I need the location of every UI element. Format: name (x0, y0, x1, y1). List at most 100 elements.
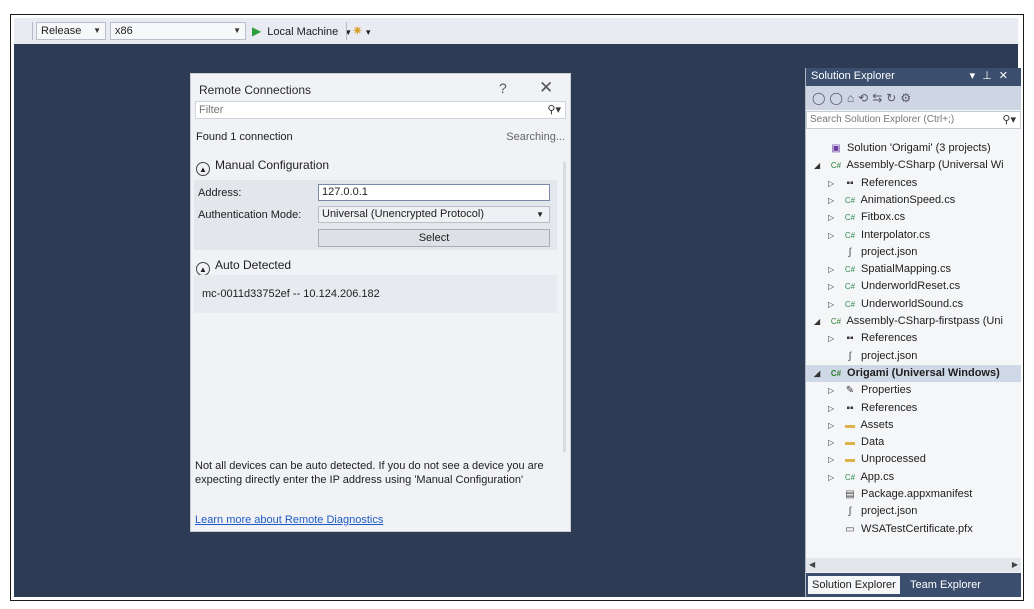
toolbar-overflow-icon[interactable]: ▾ (366, 27, 371, 37)
tree-item[interactable]: ∫ project.json (806, 348, 1021, 365)
tree-item[interactable]: ▣ Solution 'Origami' (3 projects) (806, 140, 1021, 157)
tree-item[interactable]: ▷ ▪▪ References (806, 400, 1021, 417)
tree-item-label: Assembly-CSharp-firstpass (Uni (844, 315, 1003, 327)
expanded-arrow-icon[interactable]: ◢ (814, 365, 828, 382)
collapsed-arrow-icon[interactable]: ▷ (828, 209, 842, 226)
configuration-dropdown[interactable]: Release ▼ (36, 22, 106, 40)
horizontal-scrollbar[interactable]: ◀ ▶ (806, 558, 1021, 572)
cs-file-icon: C# (844, 213, 856, 223)
tree-item[interactable]: ▷ ✎ Properties (806, 382, 1021, 399)
tree-item-label: Properties (858, 384, 912, 397)
tree-item[interactable]: ▷ ▪▪ References (806, 330, 1021, 347)
platform-dropdown[interactable]: x86 ▼ (110, 22, 246, 40)
tab-solution-explorer[interactable]: Solution Explorer (808, 576, 900, 594)
help-button[interactable]: ? (499, 80, 507, 96)
search-icon[interactable]: ⚲▾ (1002, 112, 1016, 128)
device-label: mc-0011d33752ef -- 10.124.206.182 (202, 288, 380, 300)
collapsed-arrow-icon[interactable]: ▷ (828, 330, 842, 347)
tree-item[interactable]: ▭ WSATestCertificate.pfx (806, 521, 1021, 538)
references-icon: ▪▪ (846, 333, 854, 345)
pin-icon[interactable]: ⊥ (982, 70, 999, 82)
tree-item[interactable]: ◢ C# Assembly-CSharp (Universal Wi (806, 157, 1021, 174)
cs-file-icon: C# (844, 195, 856, 205)
home-icon[interactable]: ⌂ (847, 91, 858, 105)
collapsed-arrow-icon[interactable]: ▷ (828, 382, 842, 399)
collapsed-arrow-icon[interactable]: ▷ (828, 296, 842, 313)
tree-item-label: Data (858, 436, 885, 449)
sync-icon[interactable]: ⇆ (872, 91, 886, 105)
refresh-icon[interactable]: ↻ (886, 91, 900, 105)
manual-configuration-label: Manual Configuration (215, 158, 330, 172)
tree-item-label: AnimationSpeed.cs (858, 193, 956, 206)
detected-device-item[interactable]: mc-0011d33752ef -- 10.124.206.182 (194, 275, 557, 313)
platform-value: x86 (115, 25, 133, 37)
tree-item-label: Solution 'Origami' (3 projects) (844, 142, 991, 154)
scroll-left-icon[interactable]: ◀ (809, 560, 815, 569)
tree-item[interactable]: ▷ ▬ Unprocessed (806, 451, 1021, 468)
select-button[interactable]: Select (318, 229, 550, 247)
tree-item[interactable]: ▷ ▬ Data (806, 434, 1021, 451)
collapsed-arrow-icon[interactable]: ▷ (828, 227, 842, 244)
searching-status: Searching... (506, 131, 565, 143)
tree-item[interactable]: ▷ C# UnderworldReset.cs (806, 278, 1021, 295)
search-icon[interactable]: ⚲▾ (547, 102, 561, 118)
close-icon[interactable]: ✕ (999, 70, 1015, 82)
expanded-arrow-icon[interactable]: ◢ (814, 157, 828, 174)
tab-team-explorer[interactable]: Team Explorer (906, 576, 985, 594)
tree-item[interactable]: ▷ C# App.cs (806, 469, 1021, 486)
forward-icon[interactable]: ◯ (829, 91, 846, 105)
authentication-mode-select[interactable]: Universal (Unencrypted Protocol) ▼ (318, 206, 550, 223)
tree-item[interactable]: ▷ ▪▪ References (806, 175, 1021, 192)
tree-item[interactable]: ∫ project.json (806, 503, 1021, 520)
tree-item[interactable]: ◢ C# Origami (Universal Windows) (806, 364, 1021, 382)
tree-item-label: References (858, 176, 918, 189)
close-button[interactable]: ✕ (539, 78, 553, 98)
collapsed-arrow-icon[interactable]: ▷ (828, 417, 842, 434)
tree-item-label: UnderworldReset.cs (858, 280, 961, 293)
auto-detected-header[interactable]: ▲ Auto Detected (196, 258, 291, 276)
folder-icon: ▬ (845, 437, 855, 449)
collapsed-arrow-icon[interactable]: ▷ (828, 175, 842, 192)
properties-icon[interactable]: ⚙ (900, 91, 915, 105)
folder-icon: ▬ (845, 419, 855, 431)
address-value: 127.0.0.1 (322, 186, 368, 198)
tree-item-label: Assets (858, 418, 894, 431)
tree-item[interactable]: ▷ C# Interpolator.cs (806, 227, 1021, 244)
toolbar-separator (32, 22, 33, 40)
tree-item[interactable]: ▷ ▬ Assets (806, 417, 1021, 434)
tree-item[interactable]: ▤ Package.appxmanifest (806, 486, 1021, 503)
tree-item[interactable]: ▷ C# AnimationSpeed.cs (806, 192, 1021, 209)
collapsed-arrow-icon[interactable]: ▷ (828, 261, 842, 278)
solution-explorer-titlebar: Solution Explorer ▾⊥✕ (806, 68, 1021, 86)
tree-item-label: project.json (858, 505, 918, 518)
tree-item[interactable]: ▷ C# SpatialMapping.cs (806, 261, 1021, 278)
tree-item[interactable]: ◢ C# Assembly-CSharp-firstpass (Uni (806, 313, 1021, 330)
back-icon[interactable]: ◯ (812, 91, 829, 105)
manual-configuration-header[interactable]: ▲ Manual Configuration (196, 158, 329, 176)
panel-window-controls[interactable]: ▾⊥✕ (970, 68, 1015, 85)
chevron-down-icon[interactable]: ▾ (970, 70, 983, 82)
tree-item[interactable]: ▷ C# UnderworldSound.cs (806, 296, 1021, 313)
expanded-arrow-icon[interactable]: ◢ (814, 313, 828, 330)
collapsed-arrow-icon[interactable]: ▷ (828, 469, 842, 486)
filter-input[interactable]: Filter ⚲▾ (195, 101, 566, 119)
toolbar-separator (346, 22, 347, 40)
filter-placeholder: Filter (199, 104, 224, 116)
collapsed-arrow-icon[interactable]: ▷ (828, 451, 842, 468)
chevron-down-icon: ▼ (233, 26, 241, 35)
browser-link-button[interactable]: ✷ ▾ (352, 22, 371, 40)
history-icon[interactable]: ⟲ (858, 91, 872, 105)
collapsed-arrow-icon[interactable]: ▷ (828, 192, 842, 209)
address-input[interactable]: 127.0.0.1 (318, 184, 550, 201)
tree-item[interactable]: ∫ project.json (806, 244, 1021, 261)
collapsed-arrow-icon[interactable]: ▷ (828, 400, 842, 417)
dialog-scrollbar[interactable] (563, 162, 566, 452)
learn-more-link[interactable]: Learn more about Remote Diagnostics (195, 514, 383, 526)
scroll-right-icon[interactable]: ▶ (1012, 558, 1018, 572)
run-button[interactable]: ▶ Local Machine ▼ (252, 22, 352, 40)
tree-item[interactable]: ▷ C# Fitbox.cs (806, 209, 1021, 226)
solution-search-input[interactable]: Search Solution Explorer (Ctrl+;) ⚲▾ (806, 111, 1021, 129)
collapsed-arrow-icon[interactable]: ▷ (828, 278, 842, 295)
cs-file-icon: C# (844, 299, 856, 309)
collapsed-arrow-icon[interactable]: ▷ (828, 434, 842, 451)
